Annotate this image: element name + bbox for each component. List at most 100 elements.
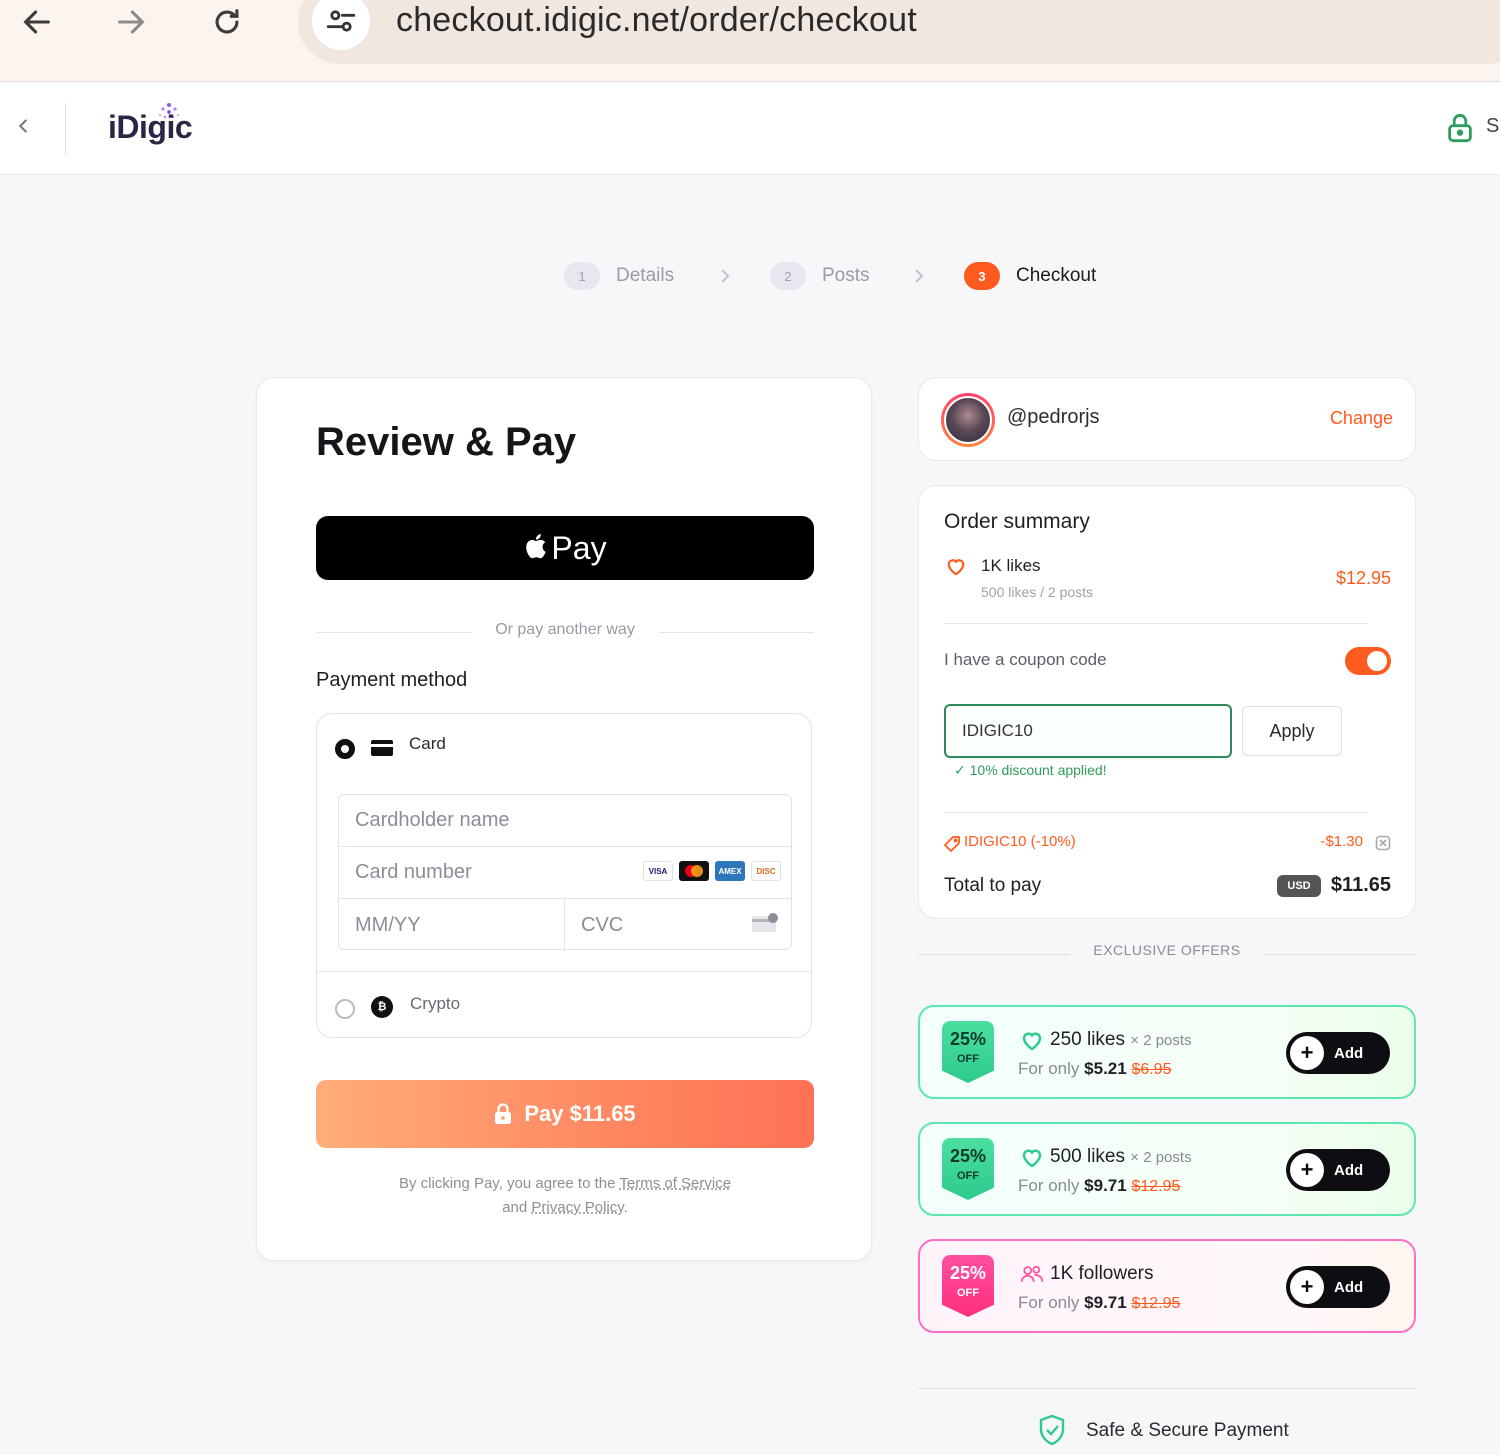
offer-price: For only $9.71 $12.95	[1018, 1176, 1181, 1195]
pay-button[interactable]: Pay $11.65	[316, 1080, 814, 1148]
tune-icon	[326, 10, 356, 32]
change-account-link[interactable]: Change	[1330, 408, 1393, 429]
followers-icon	[1020, 1265, 1044, 1282]
step-details[interactable]: 1 Details	[564, 259, 674, 293]
browser-reload-button[interactable]	[202, 0, 252, 44]
pay-button-label: Pay $11.65	[524, 1101, 636, 1126]
plus-icon: +	[1290, 1153, 1324, 1187]
visa-icon: VISA	[643, 861, 673, 881]
lock-icon	[495, 1103, 512, 1124]
offer-title: 500 likes × 2 posts	[1050, 1146, 1192, 1167]
logo[interactable]: iDigic	[108, 109, 193, 146]
header-divider	[65, 103, 66, 155]
card-fields: VISA AMEX DISC	[338, 794, 792, 951]
offer-title: 250 likes × 2 posts	[1050, 1029, 1192, 1050]
summary-divider	[944, 812, 1368, 813]
apply-coupon-button[interactable]: Apply	[1242, 706, 1342, 756]
currency-badge: USD	[1277, 875, 1321, 897]
crypto-label: Crypto	[410, 994, 461, 1013]
credit-card-icon	[371, 740, 393, 756]
step-checkout[interactable]: 3 Checkout	[964, 259, 1096, 293]
legal-end: .	[623, 1199, 628, 1216]
total-label: Total to pay	[944, 875, 1042, 896]
summary-divider	[944, 623, 1368, 624]
terms-link[interactable]: Terms of Service	[619, 1175, 731, 1192]
add-offer-button[interactable]: + Add	[1286, 1266, 1390, 1308]
username: @pedrorjs	[1007, 406, 1100, 428]
item-detail: 500 likes / 2 posts	[981, 584, 1094, 600]
card-number-field[interactable]: VISA AMEX DISC	[339, 847, 791, 899]
offer-card: 25% OFF 1K followers For only $9.71 $12.9…	[918, 1239, 1416, 1333]
step-number: 3	[964, 262, 1000, 290]
add-offer-button[interactable]: + Add	[1286, 1149, 1390, 1191]
total-amount: $11.65	[1330, 874, 1391, 896]
shield-check-icon	[1039, 1414, 1065, 1446]
arrow-right-icon	[118, 10, 145, 34]
add-offer-button[interactable]: + Add	[1286, 1032, 1390, 1074]
or-text: Or pay another way	[495, 621, 635, 638]
step-label: Checkout	[1016, 265, 1097, 286]
payment-method-label: Payment method	[316, 669, 468, 691]
expiry-field[interactable]	[339, 899, 565, 951]
step-posts[interactable]: 2 Posts	[770, 259, 870, 293]
expiry-input[interactable]	[339, 899, 564, 951]
order-summary-card: Order summary 1K likes 500 likes / 2 pos…	[918, 485, 1416, 919]
chevron-right-icon	[915, 269, 924, 283]
order-summary-title: Order summary	[944, 510, 1090, 533]
account-card: @pedrorjs Change	[918, 377, 1416, 461]
step-number: 1	[564, 262, 600, 290]
payment-divider	[317, 971, 811, 972]
offers-heading-text: EXCLUSIVE OFFERS	[1093, 942, 1241, 958]
chevron-right-icon	[721, 269, 730, 283]
heart-icon	[1022, 1032, 1042, 1051]
card-label: Card	[409, 734, 446, 753]
mastercard-icon	[679, 861, 709, 881]
plus-icon: +	[1290, 1270, 1324, 1304]
legal-prefix: By clicking Pay, you agree to the	[398, 1175, 616, 1192]
or-divider: Or pay another way	[316, 621, 814, 643]
site-header: iDigic S	[0, 83, 1500, 175]
crypto-option[interactable]: ₿ Crypto	[335, 994, 635, 1024]
legal-text: By clicking Pay, you agree to the Terms …	[316, 1172, 814, 1220]
offer-price: For only $5.21 $6.95	[1018, 1059, 1172, 1078]
coupon-toggle[interactable]	[1345, 647, 1391, 675]
payment-card: Review & Pay Pay Or pay another way Paym…	[256, 377, 872, 1261]
offer-card: 25% OFF 500 likes × 2 posts For only $9.7…	[918, 1122, 1416, 1216]
crypto-radio[interactable]	[335, 999, 355, 1019]
tag-icon	[944, 836, 960, 852]
discount-code: IDIGIC10 (-10%)	[964, 833, 1076, 850]
discount-amount: -$1.30	[1320, 833, 1363, 850]
reload-icon	[215, 9, 239, 34]
payment-method-box: Card VISA AMEX DISC	[316, 713, 812, 1038]
legal-and: and	[502, 1199, 528, 1216]
cardholder-input[interactable]	[339, 795, 791, 846]
secure-payment-text: Safe & Secure Payment	[1086, 1420, 1289, 1441]
heart-icon	[1022, 1149, 1042, 1168]
apple-pay-button[interactable]: Pay	[316, 516, 814, 580]
chevron-left-icon[interactable]	[12, 115, 34, 137]
discover-icon: DISC	[751, 861, 781, 881]
step-label: Posts	[822, 265, 870, 286]
card-brands: VISA AMEX DISC	[643, 861, 781, 881]
card-radio[interactable]	[335, 739, 355, 759]
secure-label: S	[1486, 115, 1500, 137]
avatar	[941, 393, 995, 447]
coupon-input[interactable]	[944, 704, 1232, 758]
browser-back-button[interactable]	[12, 0, 62, 44]
browser-forward-button[interactable]	[106, 0, 156, 44]
remove-discount-icon[interactable]	[1375, 835, 1391, 851]
cardholder-field[interactable]	[339, 795, 791, 847]
bitcoin-icon: ₿	[371, 996, 393, 1018]
cvc-card-icon	[752, 913, 778, 932]
coupon-toggle-label: I have a coupon code	[944, 650, 1107, 669]
footer-divider	[918, 1388, 1416, 1389]
item-name: 1K likes	[981, 556, 1041, 575]
offer-title: 1K followers	[1050, 1263, 1154, 1284]
discount-badge: 25% OFF	[942, 1255, 994, 1317]
apple-pay-label: Pay	[551, 529, 607, 566]
url-text[interactable]: checkout.idigic.net/order/checkout	[396, 0, 917, 40]
offer-card: 25% OFF 250 likes × 2 posts For only $5.2…	[918, 1005, 1416, 1099]
privacy-link[interactable]: Privacy Policy	[531, 1199, 623, 1216]
browser-toolbar: checkout.idigic.net/order/checkout	[0, 0, 1500, 82]
cvc-field[interactable]	[565, 899, 791, 951]
